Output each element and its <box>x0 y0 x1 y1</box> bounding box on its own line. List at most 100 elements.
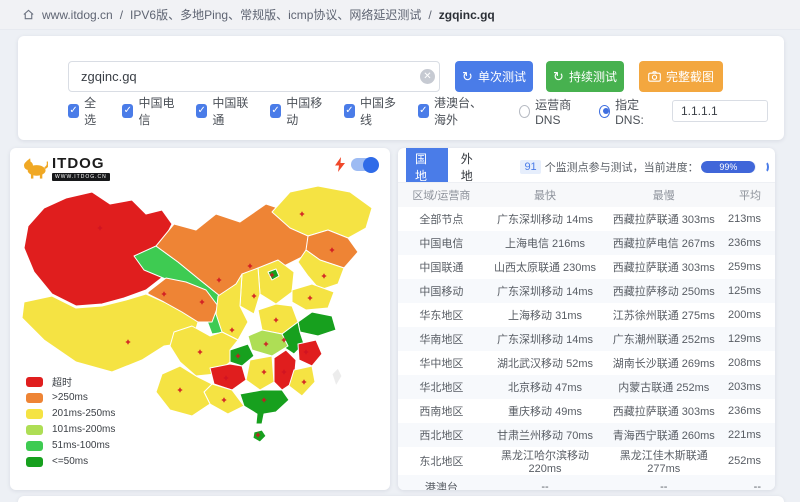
checkbox-label: 中国移动 <box>286 94 325 128</box>
checkbox-label: 中国联通 <box>212 94 251 128</box>
table-cell: 221ms <box>722 423 775 447</box>
table-cell: 华东地区 <box>398 303 485 327</box>
checkbox-港澳台、海外[interactable]: ✓ 港澳台、海外 <box>418 94 493 128</box>
legend-swatch <box>26 441 43 451</box>
map-region-zhejiang[interactable] <box>298 340 322 366</box>
table-row: 中国电信上海电信 216ms西藏拉萨电信 267ms236ms <box>398 231 775 255</box>
checkbox-check-icon[interactable]: ✓ <box>418 104 429 118</box>
legend-swatch <box>26 457 43 467</box>
dns-input[interactable] <box>672 100 768 122</box>
loading-spinner-icon <box>761 161 769 173</box>
legend-item: 201ms-250ms <box>26 408 115 419</box>
legend-label: >250ms <box>52 392 88 403</box>
legend-label: <=50ms <box>52 456 88 467</box>
table-row: 中国移动广东深圳移动 14ms西藏拉萨移动 250ms125ms <box>398 279 775 303</box>
table-cell: 129ms <box>722 327 775 351</box>
table-header-cell: 最慢 <box>605 183 722 207</box>
map-toggle-switch[interactable] <box>351 158 378 171</box>
full-screenshot-button[interactable]: 完整截图 <box>639 61 723 92</box>
checkbox-check-icon[interactable]: ✓ <box>68 104 79 118</box>
table-cell: 西北地区 <box>398 423 485 447</box>
map-region-hainan[interactable] <box>253 430 266 442</box>
lightning-icon[interactable] <box>335 157 345 172</box>
table-row: 港澳台------ <box>398 475 775 491</box>
results-table: 区域/运营商最快最慢平均 全部节点广东深圳移动 14ms西藏拉萨联通 303ms… <box>398 182 775 490</box>
radio-label: 运营商DNS <box>535 96 585 127</box>
single-test-label: 单次测试 <box>478 68 526 85</box>
table-cell: 湖北武汉移动 52ms <box>485 351 606 375</box>
table-row: 西北地区甘肃兰州移动 70ms青海西宁联通 260ms221ms <box>398 423 775 447</box>
legend-item: 51ms-100ms <box>26 440 115 451</box>
legend-item: <=50ms <box>26 456 115 467</box>
continuous-test-label: 持续测试 <box>569 68 617 85</box>
legend-label: 201ms-250ms <box>52 408 115 419</box>
table-cell: 广东深圳移动 14ms <box>485 279 606 303</box>
results-table-body: 全部节点广东深圳移动 14ms西藏拉萨联通 303ms213ms中国电信上海电信… <box>398 207 775 491</box>
checkbox-中国多线[interactable]: ✓中国多线 <box>344 94 399 128</box>
table-cell: -- <box>485 475 606 491</box>
map-region-jiangsu[interactable] <box>298 312 336 336</box>
table-cell: 甘肃兰州移动 70ms <box>485 423 606 447</box>
table-cell: 中国联通 <box>398 255 485 279</box>
map-region-taiwan[interactable] <box>332 368 342 386</box>
table-cell: 236ms <box>722 399 775 423</box>
table-cell: 259ms <box>722 255 775 279</box>
checkbox-中国联通[interactable]: ✓ 中国联通 <box>196 94 251 128</box>
clear-input-icon[interactable]: ✕ <box>420 69 435 84</box>
legend-swatch <box>26 377 43 387</box>
table-cell: 湖南长沙联通 269ms <box>605 351 722 375</box>
checkbox-check-icon[interactable]: ✓ <box>270 104 281 118</box>
breadcrumb-category[interactable]: IPV6版、多地Ping、常规版、icmp协议、网络延迟测试 <box>130 6 421 23</box>
breadcrumb: www.itdog.cn / IPV6版、多地Ping、常规版、icmp协议、网… <box>0 0 800 30</box>
continuous-test-button[interactable]: ↻ 持续测试 <box>546 61 624 92</box>
camera-icon <box>648 71 661 82</box>
legend-label: 51ms-100ms <box>52 440 110 451</box>
checkbox-check-icon[interactable]: ✓ <box>122 104 133 118</box>
map-region-hebei[interactable] <box>258 260 294 304</box>
breadcrumb-target[interactable]: zgqinc.gq <box>439 8 495 22</box>
breadcrumb-site[interactable]: www.itdog.cn <box>42 8 113 22</box>
radio-指定DNS[interactable]: 指定DNS: <box>599 96 658 127</box>
checkbox-label: 全选 <box>84 94 103 128</box>
radio-dot-icon[interactable] <box>599 105 610 118</box>
checkbox-中国移动[interactable]: ✓ 中国移动 <box>270 94 325 128</box>
map-region-guangdong[interactable] <box>240 390 289 424</box>
table-cell: 北京移动 47ms <box>485 375 606 399</box>
results-table-header-row: 区域/运营商最快最慢平均 <box>398 183 775 207</box>
itdog-logo: ITDOG WWW.ITDOG.CN <box>22 156 110 181</box>
table-row: 西南地区重庆移动 49ms西藏拉萨联通 303ms236ms <box>398 399 775 423</box>
table-header-cell: 平均 <box>722 183 775 207</box>
checkbox-label: 港澳台、海外 <box>434 94 492 128</box>
table-cell: 252ms <box>722 447 775 475</box>
table-row: 东北地区黑龙江哈尔滨移动 220ms黑龙江佳木斯联通 277ms252ms <box>398 447 775 475</box>
table-cell: 广东深圳移动 14ms <box>485 207 606 231</box>
dog-logo-icon <box>22 156 48 180</box>
table-row: 华北地区北京移动 47ms内蒙古联通 252ms203ms <box>398 375 775 399</box>
map-region-shanxi[interactable] <box>240 268 260 314</box>
table-cell: 西藏拉萨移动 250ms <box>605 279 722 303</box>
checkbox-check-icon[interactable]: ✓ <box>196 104 207 118</box>
table-cell: 内蒙古联通 252ms <box>605 375 722 399</box>
checkbox-中国电信[interactable]: ✓ 中国电信 <box>122 94 177 128</box>
map-card: ITDOG WWW.ITDOG.CN 超时>250ms201ms-250ms10… <box>10 148 390 490</box>
host-input[interactable] <box>68 61 440 92</box>
checkbox-label: 中国电信 <box>138 94 177 128</box>
map-region-hunan[interactable] <box>246 356 274 390</box>
table-cell: 西藏拉萨联通 303ms <box>605 207 722 231</box>
checkbox-全选[interactable]: ✓ 全选 <box>68 94 103 128</box>
table-cell: 黑龙江哈尔滨移动 220ms <box>485 447 606 475</box>
table-cell: 200ms <box>722 303 775 327</box>
table-cell: 华南地区 <box>398 327 485 351</box>
table-row: 华中地区湖北武汉移动 52ms湖南长沙联通 269ms208ms <box>398 351 775 375</box>
full-screenshot-label: 完整截图 <box>666 68 714 85</box>
table-cell: 华中地区 <box>398 351 485 375</box>
single-test-button[interactable]: ↻ 单次测试 <box>455 61 533 92</box>
radio-运营商DNS[interactable]: 运营商DNS <box>519 96 585 127</box>
table-cell: 山西太原联通 230ms <box>485 255 606 279</box>
next-card-edge <box>18 496 784 502</box>
table-row: 华东地区上海移动 31ms江苏徐州联通 275ms200ms <box>398 303 775 327</box>
radio-dot-icon[interactable] <box>519 105 530 118</box>
checkbox-check-icon[interactable]: ✓ <box>344 104 355 118</box>
table-cell: 西南地区 <box>398 399 485 423</box>
monitor-count-badge: 91 <box>520 160 540 174</box>
